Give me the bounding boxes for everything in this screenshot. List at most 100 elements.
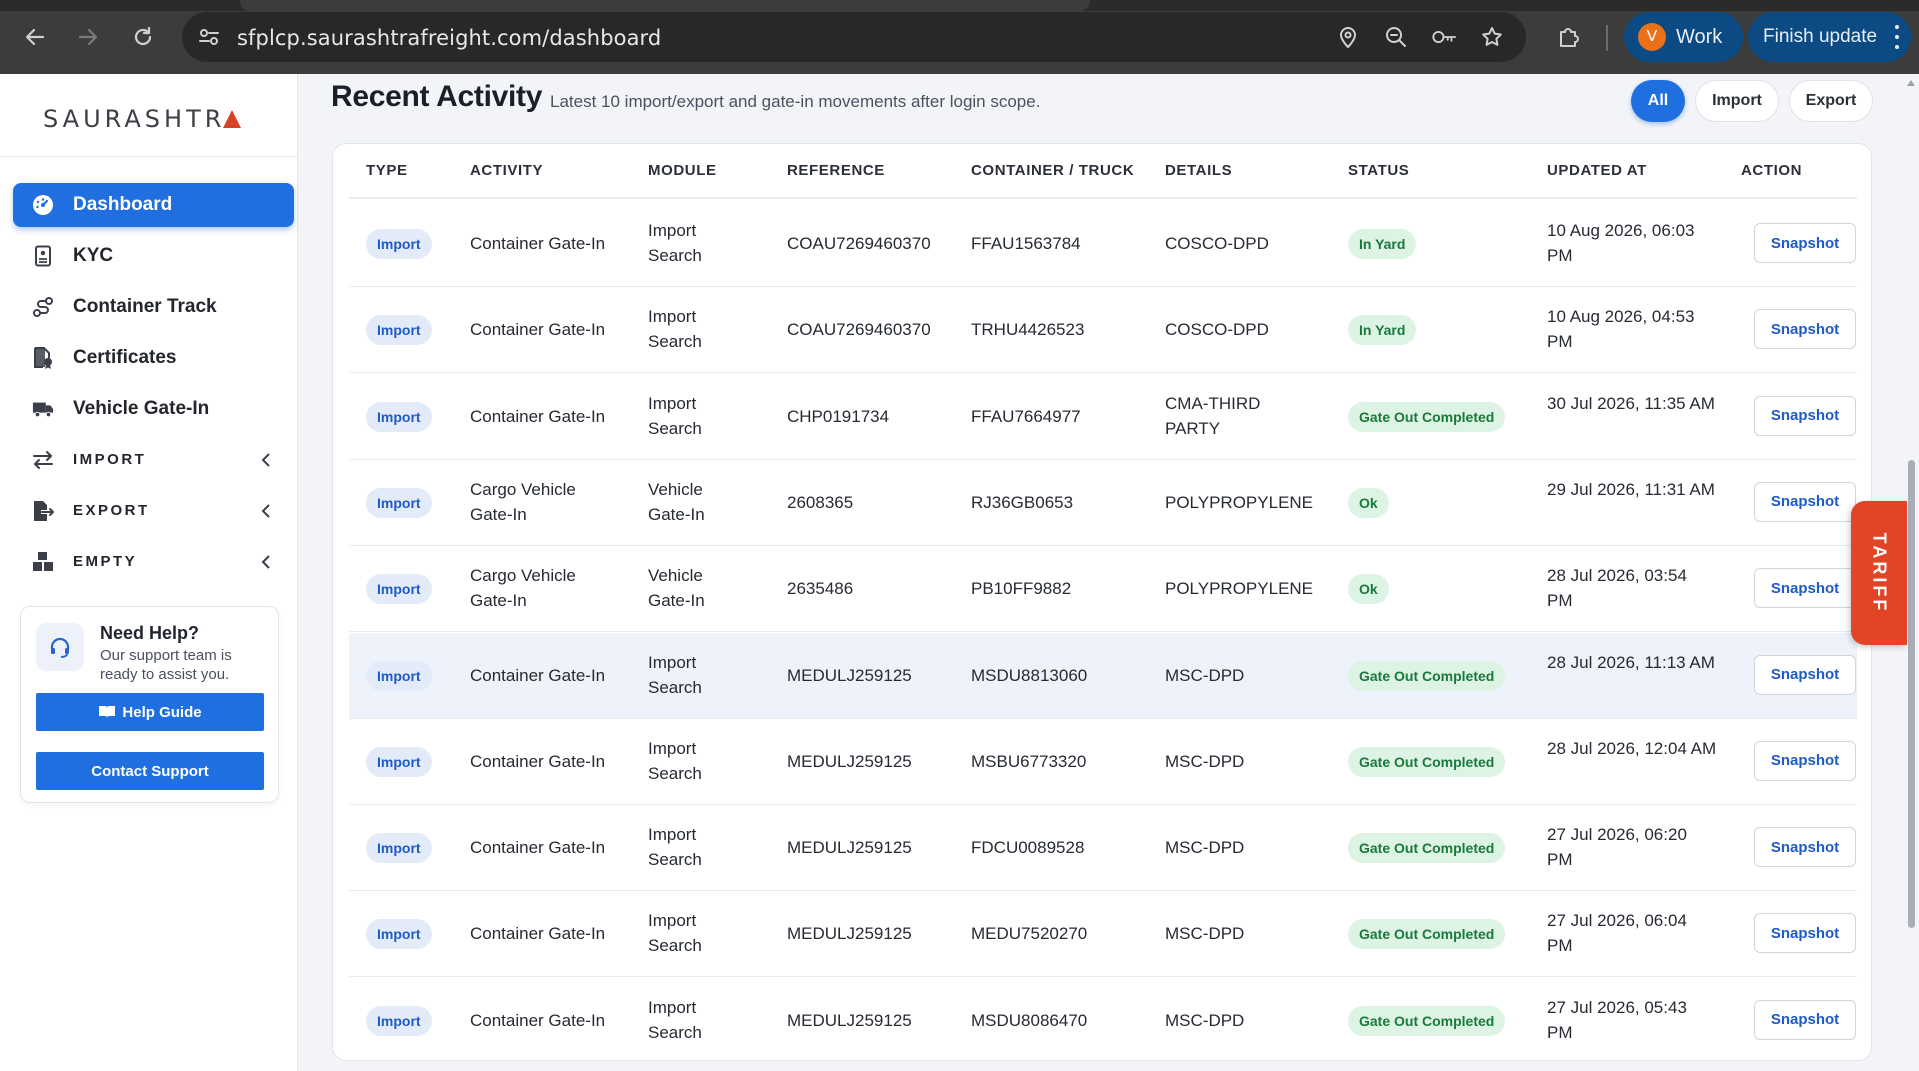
reference-cell: MEDULJ259125 <box>787 665 912 685</box>
table-row: Import Cargo Vehicle Gate-In Vehicle Gate-… <box>349 460 1857 546</box>
sidebar-item-kyc[interactable]: KYC <box>13 234 294 278</box>
type-badge: Import <box>366 315 432 346</box>
details-cell: POLYPROPYLENE <box>1165 579 1314 599</box>
help-text: Our support team is ready to assist you. <box>100 647 232 683</box>
active-tab-edge <box>240 0 1090 11</box>
details-cell: COSCO-DPD <box>1165 320 1269 340</box>
table-row: Import Container Gate-In Import Search MEDU… <box>349 632 1857 719</box>
module-cell: Import Search <box>648 221 702 265</box>
table-row: Import Container Gate-In Import Search COAU… <box>349 201 1857 287</box>
url-text[interactable]: sfplcp.saurashtrafreight.com/dashboard <box>237 26 661 50</box>
location-pin-icon[interactable] <box>1335 24 1361 50</box>
sidebar-item-label: Certificates <box>73 347 177 368</box>
container-cell: FFAU7664977 <box>971 406 1081 426</box>
sidebar-item-label: Dashboard <box>73 194 173 215</box>
help-title: Need Help? <box>100 623 200 643</box>
filter-export-button[interactable]: Export <box>1789 80 1873 122</box>
site-settings-icon[interactable] <box>196 24 222 50</box>
contact-support-button[interactable]: Contact Support <box>36 752 264 790</box>
profile-label: Work <box>1676 26 1723 48</box>
bookmark-star-icon[interactable] <box>1479 24 1505 50</box>
sidebar-item-label: KYC <box>73 245 114 266</box>
snapshot-button[interactable]: Snapshot <box>1754 568 1856 609</box>
file-export-icon <box>32 500 54 522</box>
updated-at-cell: 29 Jul 2026, 11:31 AM <box>1547 479 1715 499</box>
brand-logo-text: SAURASHTR <box>43 105 226 133</box>
tariff-tab[interactable]: TARIFF <box>1851 501 1907 645</box>
avatar: V <box>1638 23 1666 51</box>
reference-cell: CHP0191734 <box>787 406 890 426</box>
brand-logo[interactable]: SAURASHTR <box>43 104 242 134</box>
snapshot-button[interactable]: Snapshot <box>1754 999 1856 1040</box>
finish-update-label: Finish update <box>1763 26 1878 47</box>
details-cell: MSC-DPD <box>1165 665 1245 685</box>
forward-button[interactable] <box>73 22 103 52</box>
container-cell: TRHU4426523 <box>971 320 1085 340</box>
help-guide-button[interactable]: Help Guide <box>36 693 264 731</box>
module-cell: Import Search <box>648 825 702 870</box>
filter-all-button[interactable]: All <box>1631 80 1685 122</box>
table-row: Import Cargo Vehicle Gate-In Vehicle Gate-… <box>349 546 1857 633</box>
extensions-puzzle-icon[interactable] <box>1554 22 1584 52</box>
table-row: Import Container Gate-In Import Search MEDU… <box>349 978 1857 1060</box>
snapshot-button[interactable]: Snapshot <box>1754 654 1856 695</box>
updated-at-cell: 27 Jul 2026, 05:43 PM <box>1547 997 1687 1042</box>
container-cell: FDCU0089528 <box>971 838 1085 858</box>
type-badge: Import <box>366 833 432 864</box>
zoom-icon[interactable] <box>1383 24 1409 50</box>
sidebar-item-export[interactable]: EXPORT <box>13 489 294 533</box>
snapshot-button[interactable]: Snapshot <box>1754 740 1856 781</box>
kebab-menu-icon[interactable] <box>1893 25 1901 49</box>
sidebar-item-empty[interactable]: EMPTY <box>13 540 294 584</box>
snapshot-button[interactable]: Snapshot <box>1754 395 1856 436</box>
toolbar-divider <box>1606 25 1608 51</box>
container-cell: MSDU8086470 <box>971 1010 1088 1030</box>
type-badge: Import <box>366 401 432 432</box>
snapshot-button[interactable]: Snapshot <box>1754 827 1856 868</box>
table-row: Import Container Gate-In Import Search CHP0… <box>349 374 1857 460</box>
type-badge: Import <box>366 746 432 777</box>
column-header-module: MODULE <box>648 162 717 179</box>
reload-button[interactable] <box>128 22 158 52</box>
table-row: Import Container Gate-In Import Search COAU… <box>349 287 1857 374</box>
type-badge: Import <box>366 660 432 691</box>
page-title: Recent Activity <box>331 80 543 113</box>
snapshot-button[interactable]: Snapshot <box>1754 913 1856 954</box>
sidebar-item-vehicle-gate-in[interactable]: Vehicle Gate-In <box>13 387 294 431</box>
container-cell: MEDU7520270 <box>971 924 1088 944</box>
container-cell: MSBU6773320 <box>971 751 1087 771</box>
activity-cell: Container Gate-In <box>470 1010 606 1030</box>
module-cell: Vehicle Gate-In <box>648 566 705 611</box>
table-row: Import Container Gate-In Import Search MEDU… <box>349 805 1857 892</box>
help-guide-label: Help Guide <box>122 703 202 721</box>
sidebar-item-dashboard[interactable]: Dashboard <box>13 183 294 227</box>
activity-cell: Container Gate-In <box>470 234 606 253</box>
updated-at-cell: 27 Jul 2026, 06:20 PM <box>1547 825 1687 870</box>
profile-button[interactable]: V Work <box>1624 12 1743 62</box>
snapshot-button[interactable]: Snapshot <box>1754 481 1856 522</box>
password-key-icon[interactable] <box>1431 24 1457 50</box>
snapshot-button[interactable]: Snapshot <box>1754 223 1856 263</box>
sidebar-item-label: Vehicle Gate-In <box>73 398 210 419</box>
scroll-up-arrow-icon[interactable] <box>1907 80 1915 86</box>
address-bar[interactable]: sfplcp.saurashtrafreight.com/dashboard <box>182 12 1526 62</box>
module-cell: Import Search <box>648 911 702 956</box>
chevron-left-icon <box>258 503 274 519</box>
module-cell: Import Search <box>648 393 702 438</box>
sidebar-item-container-track[interactable]: Container Track <box>13 285 294 329</box>
sidebar-item-certificates[interactable]: Certificates <box>13 336 294 380</box>
sidebar-item-import[interactable]: IMPORT <box>13 438 294 482</box>
module-cell: Import Search <box>648 307 702 352</box>
filter-import-button[interactable]: Import <box>1695 80 1779 122</box>
status-badge: Gate Out Completed <box>1348 833 1506 864</box>
table-row: Import Container Gate-In Import Search MEDU… <box>349 719 1857 805</box>
updated-at-cell: 30 Jul 2026, 11:35 AM <box>1547 393 1715 413</box>
details-cell: MSC-DPD <box>1165 924 1245 944</box>
scrollbar-thumb[interactable] <box>1908 460 1915 928</box>
back-button[interactable] <box>20 22 50 52</box>
snapshot-button[interactable]: Snapshot <box>1754 309 1856 350</box>
status-badge: Gate Out Completed <box>1348 1005 1506 1036</box>
chevron-left-icon <box>258 452 274 468</box>
finish-update-button[interactable]: Finish update <box>1748 12 1911 62</box>
updated-at-cell: 10 Aug 2026, 04:53 PM <box>1547 307 1695 352</box>
